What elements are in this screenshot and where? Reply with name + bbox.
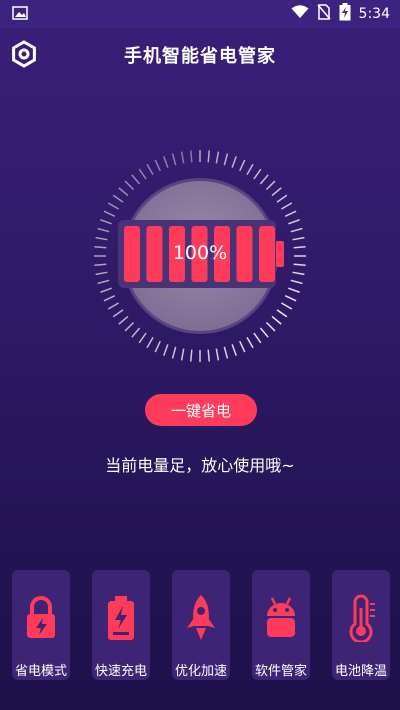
gauge-tick [103, 210, 116, 217]
battery-charge-icon [101, 594, 141, 642]
gauge-tick [290, 279, 303, 285]
gauge-tick [292, 236, 305, 241]
gauge-tick [146, 337, 154, 349]
no-sim-icon [316, 4, 331, 24]
image-icon [12, 5, 28, 24]
gauge-tick [138, 168, 147, 180]
gauge-tick [259, 174, 269, 185]
gauge-tick [95, 271, 108, 276]
gauge-tick [259, 327, 269, 338]
gauge-tick [190, 349, 193, 362]
clock: 5:34 [358, 6, 390, 22]
tool-label: 优化加速 [174, 664, 227, 679]
gauge-tick [281, 302, 293, 310]
android-icon [261, 594, 301, 642]
gauge-tick [107, 202, 119, 210]
settings-button[interactable] [10, 40, 38, 68]
gauge-tick [103, 295, 116, 302]
one-click-save-button[interactable]: 一键省电 [145, 394, 257, 426]
gauge-tick [124, 180, 135, 191]
battery-status-message: 当前电量足，放心使用哦~ [105, 456, 295, 475]
gauge-tick [253, 332, 262, 344]
gauge-tick [276, 309, 288, 318]
gauge-tick [223, 153, 229, 166]
app-header: 手机智能省电管家 [0, 28, 400, 82]
gauge-tick [124, 321, 135, 332]
gauge-tick [94, 263, 107, 266]
tool-label: 快速充电 [94, 664, 147, 679]
gauge-tick [97, 227, 110, 233]
hexagon-gear-icon [10, 40, 38, 72]
gauge-tick [265, 180, 276, 191]
gauge-tick [207, 349, 210, 362]
status-icons: 5:34 [291, 3, 390, 25]
gauge-tick [112, 309, 124, 318]
gauge-tick [284, 295, 297, 302]
gauge-tick [100, 287, 112, 293]
tool-label: 省电模式 [14, 664, 67, 679]
lock-lightning-icon [21, 594, 61, 642]
gauge-tick [163, 156, 169, 168]
gauge-tick [118, 315, 129, 325]
gauge-tick [190, 150, 193, 163]
gauge-tick [223, 346, 229, 359]
gauge-tick [131, 327, 141, 338]
gauge-tick [215, 151, 220, 164]
gauge-tick [290, 227, 303, 233]
gauge-tick [246, 337, 254, 349]
gauge-tick [131, 174, 141, 185]
tool-label: 软件管家 [254, 664, 307, 679]
gauge-tick [138, 332, 147, 344]
gauge-tick [231, 344, 237, 356]
gauge-tick [146, 163, 154, 175]
wifi-icon [291, 5, 309, 23]
gauge-tick [97, 279, 110, 285]
gauge-tick [246, 163, 254, 175]
gauge-tick [293, 263, 306, 266]
rocket-icon [181, 594, 221, 642]
tools-row: 省电模式 快速充电 优化加速 软件管家 电池降温 [0, 570, 400, 690]
gauge-tick [154, 340, 161, 353]
gauge-tick [118, 187, 129, 197]
gauge-tick [215, 348, 220, 361]
gauge-tick [207, 150, 210, 163]
gauge-tick [284, 210, 297, 217]
gauge-tick [292, 271, 305, 276]
gauge-tick [271, 187, 282, 197]
gauge-tick [239, 340, 246, 353]
gauge-tick [239, 159, 246, 172]
page-title: 手机智能省电管家 [124, 46, 276, 67]
gauge-tick [288, 219, 300, 225]
gauge-tick [107, 302, 119, 310]
gauge-tick [171, 153, 177, 166]
gauge-tick [281, 202, 293, 210]
gauge-tick [100, 219, 112, 225]
gauge-tick [271, 315, 282, 325]
gauge-tick [180, 151, 185, 164]
gauge-tick [231, 156, 237, 168]
tool-label: 电池降温 [334, 664, 387, 679]
battery-charging-icon [339, 3, 351, 25]
thermometer-icon [341, 594, 381, 644]
gauge-tick [276, 194, 288, 203]
gauge-tick [112, 194, 124, 203]
gauge-tick [171, 346, 177, 359]
gauge-tick [95, 236, 108, 241]
gauge-tick [163, 344, 169, 356]
gauge-tick [265, 321, 276, 332]
gauge-tick [180, 348, 185, 361]
gauge-tick [253, 168, 262, 180]
gauge-tick [288, 287, 300, 293]
status-bar: 5:34 [0, 0, 400, 28]
gauge-tick [154, 159, 161, 172]
battery-percent: 100% [172, 242, 228, 264]
